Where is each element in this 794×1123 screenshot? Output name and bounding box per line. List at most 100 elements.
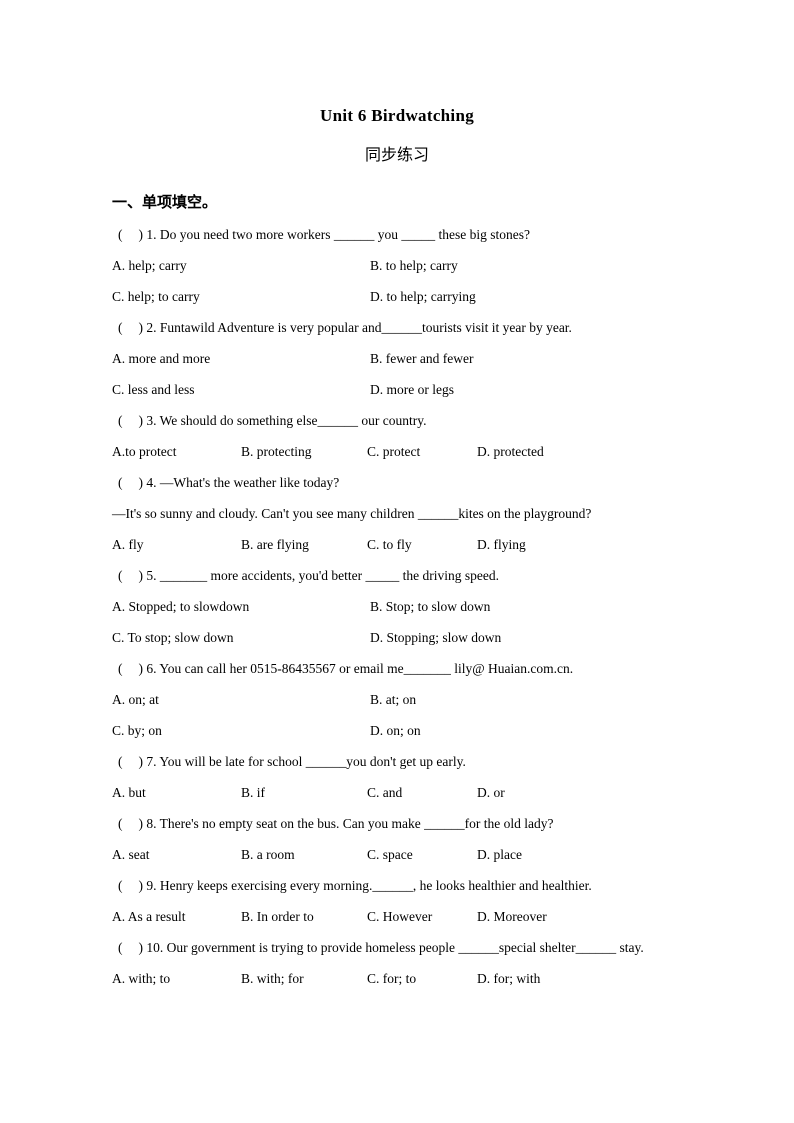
answer-box[interactable]: () — [118, 661, 143, 676]
option-choice[interactable]: B. at; on — [370, 684, 416, 715]
answer-box-open-paren: ( — [118, 940, 123, 955]
option-choice[interactable]: D. or — [477, 777, 505, 808]
option-choice[interactable]: C. However — [367, 901, 432, 932]
option-row: C. help; to carry D. to help; carrying — [112, 281, 794, 312]
option-choice[interactable]: C. to fly — [367, 529, 412, 560]
option-choice[interactable]: A. on; at — [112, 684, 159, 715]
option-choice[interactable]: D. Stopping; slow down — [370, 622, 501, 653]
option-choice[interactable]: B. In order to — [241, 901, 314, 932]
option-choice[interactable]: C. by; on — [112, 715, 162, 746]
option-choice[interactable]: D. protected — [477, 436, 544, 467]
question-stem: () 7. You will be late for school ______… — [112, 746, 794, 777]
question-stem: () 10. Our government is trying to provi… — [112, 932, 794, 963]
option-choice[interactable]: C. and — [367, 777, 402, 808]
option-choice[interactable]: B. fewer and fewer — [370, 343, 473, 374]
option-choice[interactable]: B. if — [241, 777, 265, 808]
answer-box[interactable]: () — [118, 320, 143, 335]
option-choice[interactable]: B. protecting — [241, 436, 312, 467]
question-block: () 7. You will be late for school ______… — [112, 746, 794, 808]
question-stem: () 1. Do you need two more workers _____… — [112, 219, 794, 250]
question-number: 5. — [143, 568, 160, 583]
option-choice[interactable]: A. seat — [112, 839, 150, 870]
question-stem: () 5. _______ more accidents, you'd bett… — [112, 560, 794, 591]
answer-box-open-paren: ( — [118, 568, 123, 583]
option-row: A. help; carry B. to help; carry — [112, 250, 794, 281]
answer-box[interactable]: () — [118, 227, 143, 242]
option-choice[interactable]: D. flying — [477, 529, 526, 560]
question-block: () 8. There's no empty seat on the bus. … — [112, 808, 794, 870]
option-choice[interactable]: D. for; with — [477, 963, 540, 994]
question-stem: () 4. —What's the weather like today? — [112, 467, 794, 498]
question-text: Do you need two more workers ______ you … — [159, 227, 530, 242]
question-number: 1. — [143, 227, 160, 242]
question-number: 9. — [143, 878, 160, 893]
option-choice[interactable]: C. for; to — [367, 963, 416, 994]
answer-box[interactable]: () — [118, 878, 143, 893]
option-choice[interactable]: A. Stopped; to slowdown — [112, 591, 249, 622]
option-row: A. Stopped; to slowdown B. Stop; to slow … — [112, 591, 794, 622]
option-choice[interactable]: C. help; to carry — [112, 281, 200, 312]
option-choice[interactable]: D. Moreover — [477, 901, 547, 932]
question-stem: () 3. We should do something else______ … — [112, 405, 794, 436]
option-choice[interactable]: A. help; carry — [112, 250, 187, 281]
option-choice[interactable]: B. a room — [241, 839, 295, 870]
question-number: 4. — [143, 475, 160, 490]
option-choice[interactable]: A. As a result — [112, 901, 186, 932]
option-choice[interactable]: D. to help; carrying — [370, 281, 476, 312]
option-choice[interactable]: C. protect — [367, 436, 420, 467]
option-choice[interactable]: B. Stop; to slow down — [370, 591, 490, 622]
option-choice[interactable]: A. more and more — [112, 343, 210, 374]
question-number: 2. — [143, 320, 160, 335]
answer-box[interactable]: () — [118, 754, 143, 769]
document-page: Unit 6 Birdwatching 同步练习 一、单项填空。 () 1. D… — [0, 0, 794, 1123]
option-choice[interactable]: A. fly — [112, 529, 144, 560]
answer-box[interactable]: () — [118, 568, 143, 583]
option-choice[interactable]: B. with; for — [241, 963, 304, 994]
question-text: Our government is trying to provide home… — [166, 940, 644, 955]
option-choice[interactable]: A. but — [112, 777, 146, 808]
question-number: 10. — [143, 940, 167, 955]
question-block: () 1. Do you need two more workers _____… — [112, 219, 794, 312]
option-choice[interactable]: A. with; to — [112, 963, 170, 994]
option-choice[interactable]: D. place — [477, 839, 522, 870]
answer-box-open-paren: ( — [118, 413, 123, 428]
option-choice[interactable]: C. space — [367, 839, 413, 870]
question-number: 8. — [143, 816, 160, 831]
option-row: A.to protect B. protecting C. protect D. pr… — [112, 436, 794, 467]
question-block: () 9. Henry keeps exercising every morni… — [112, 870, 794, 932]
page-title: Unit 6 Birdwatching — [320, 106, 474, 125]
answer-box[interactable]: () — [118, 816, 143, 831]
option-row: C. To stop; slow down D. Stopping; slow d… — [112, 622, 794, 653]
question-number: 6. — [143, 661, 160, 676]
answer-box-open-paren: ( — [118, 754, 123, 769]
option-row: A. on; at B. at; on — [112, 684, 794, 715]
question-text: _______ more accidents, you'd better ___… — [159, 568, 499, 583]
question-text: We should do something else______ our co… — [159, 413, 427, 428]
question-block: () 3. We should do something else______ … — [112, 405, 794, 467]
option-choice[interactable]: C. less and less — [112, 374, 195, 405]
question-text: Funtawild Adventure is very popular and_… — [159, 320, 572, 335]
question-stem: () 2. Funtawild Adventure is very popula… — [112, 312, 794, 343]
option-choice[interactable]: B. are flying — [241, 529, 309, 560]
option-choice[interactable]: C. To stop; slow down — [112, 622, 233, 653]
answer-box[interactable]: () — [118, 475, 143, 490]
option-choice[interactable]: D. more or legs — [370, 374, 454, 405]
answer-box-open-paren: ( — [118, 661, 123, 676]
answer-box-open-paren: ( — [118, 816, 123, 831]
option-choice[interactable]: B. to help; carry — [370, 250, 458, 281]
page-subtitle: 同步练习 — [364, 145, 429, 164]
question-block: () 2. Funtawild Adventure is very popula… — [112, 312, 794, 405]
option-row: A. with; to B. with; for C. for; to D. for;… — [112, 963, 794, 994]
question-text: You will be late for school ______you do… — [159, 754, 466, 769]
question-stem: () 9. Henry keeps exercising every morni… — [112, 870, 794, 901]
answer-box[interactable]: () — [118, 413, 143, 428]
question-stem: () 6. You can call her 0515-86435567 or … — [112, 653, 794, 684]
question-block: () 5. _______ more accidents, you'd bett… — [112, 560, 794, 653]
section-heading: 一、单项填空。 — [112, 193, 218, 211]
answer-box-open-paren: ( — [118, 320, 123, 335]
answer-box[interactable]: () — [118, 940, 143, 955]
question-stem: () 8. There's no empty seat on the bus. … — [112, 808, 794, 839]
option-row: A. fly B. are flying C. to fly D. flying — [112, 529, 794, 560]
option-choice[interactable]: D. on; on — [370, 715, 421, 746]
option-choice[interactable]: A.to protect — [112, 436, 176, 467]
